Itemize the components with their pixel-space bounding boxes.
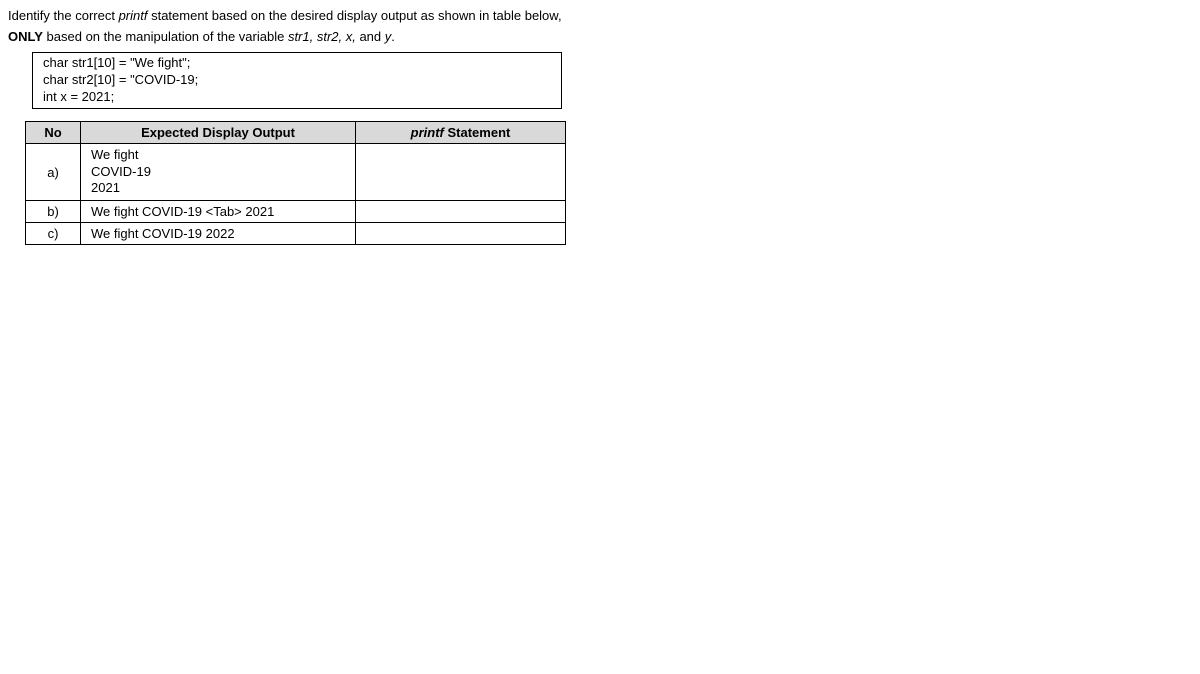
table-row: a) We fight COVID-19 2021 — [26, 143, 566, 201]
header-no: No — [26, 121, 81, 143]
text: based on the manipulation of the variabl… — [43, 29, 288, 44]
printf-italic: printf — [411, 125, 444, 140]
cell-expected: We fight COVID-19 2022 — [81, 223, 356, 245]
only-word: ONLY — [8, 29, 43, 44]
cell-printf — [356, 201, 566, 223]
table-row: c) We fight COVID-19 2022 — [26, 223, 566, 245]
header-printf: printf Statement — [356, 121, 566, 143]
cell-printf — [356, 143, 566, 201]
cell-expected: We fight COVID-19 <Tab> 2021 — [81, 201, 356, 223]
table-header-row: No Expected Display Output printf Statem… — [26, 121, 566, 143]
text: statement based on the desired display o… — [147, 8, 561, 23]
text: and — [356, 29, 385, 44]
instruction-line-1: Identify the correct printf statement ba… — [8, 8, 1192, 23]
cell-no: b) — [26, 201, 81, 223]
code-line: char str1[10] = "We fight"; — [43, 55, 551, 72]
cell-no: a) — [26, 143, 81, 201]
header-expected: Expected Display Output — [81, 121, 356, 143]
cell-no: c) — [26, 223, 81, 245]
cell-printf — [356, 223, 566, 245]
cell-expected: We fight COVID-19 2021 — [81, 143, 356, 201]
text: Statement — [444, 125, 510, 140]
text: . — [391, 29, 395, 44]
question-table: No Expected Display Output printf Statem… — [25, 121, 566, 246]
code-line: int x = 2021; — [43, 89, 551, 106]
code-line: char str2[10] = "COVID-19; — [43, 72, 551, 89]
text: Identify the correct — [8, 8, 119, 23]
code-declaration-box: char str1[10] = "We fight"; char str2[10… — [32, 52, 562, 109]
printf-word: printf — [119, 8, 148, 23]
table-row: b) We fight COVID-19 <Tab> 2021 — [26, 201, 566, 223]
vars: str1, str2, x, — [288, 29, 356, 44]
instruction-line-2: ONLY based on the manipulation of the va… — [8, 29, 1192, 44]
